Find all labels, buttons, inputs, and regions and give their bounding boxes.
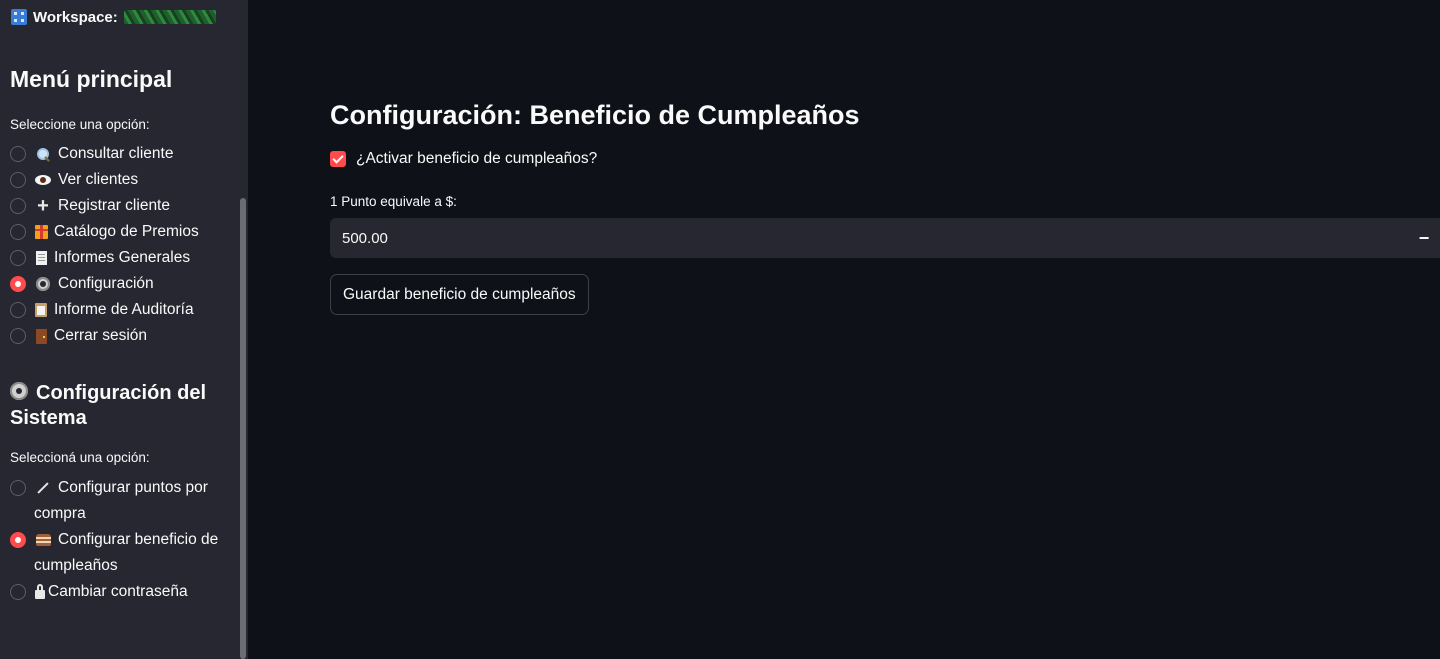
config-item-label: Configurar puntos por compra bbox=[34, 479, 208, 522]
lock-icon bbox=[35, 584, 45, 599]
system-config-title: Configuración del Sistema bbox=[10, 382, 206, 429]
sidebar: Workspace: Menú principal Seleccione una… bbox=[0, 0, 248, 659]
menu-item-label: Configuración bbox=[58, 275, 154, 292]
points-value-input[interactable] bbox=[330, 218, 1408, 258]
radio-button[interactable] bbox=[10, 146, 26, 162]
wand-icon bbox=[37, 482, 49, 494]
cake-icon bbox=[35, 534, 51, 546]
checkbox-label: ¿Activar beneficio de cumpleaños? bbox=[356, 150, 598, 167]
menu-item-consultar-cliente[interactable]: Consultar cliente bbox=[10, 141, 173, 167]
radio-button-selected[interactable] bbox=[10, 532, 26, 548]
config-item-puntos-compra[interactable]: Configurar puntos por compra bbox=[10, 475, 225, 527]
menu-item-label: Consultar cliente bbox=[58, 145, 174, 162]
radio-button[interactable] bbox=[10, 480, 26, 496]
radio-button[interactable] bbox=[10, 250, 26, 266]
menu-item-label: Ver clientes bbox=[58, 171, 139, 188]
menu-item-informes-generales[interactable]: Informes Generales bbox=[10, 245, 190, 271]
gear-icon bbox=[10, 382, 28, 400]
magnifier-icon bbox=[36, 147, 50, 161]
clipboard-icon bbox=[35, 303, 47, 317]
main-menu-title: Menú principal bbox=[10, 66, 173, 92]
eye-icon bbox=[35, 175, 51, 185]
activate-birthday-checkbox-row[interactable]: ¿Activar beneficio de cumpleaños? bbox=[330, 150, 597, 168]
menu-item-label: Registrar cliente bbox=[58, 197, 170, 214]
menu-item-configuracion[interactable]: Configuración bbox=[10, 271, 154, 297]
config-item-label: Configurar beneficio de cumpleaños bbox=[34, 531, 219, 574]
radio-button-selected[interactable] bbox=[10, 276, 26, 292]
config-item-cambiar-contrasena[interactable]: Cambiar contraseña bbox=[10, 579, 188, 605]
workspace-name-redacted bbox=[123, 10, 216, 24]
app-root: Workspace: Menú principal Seleccione una… bbox=[0, 0, 1440, 659]
menu-item-catalogo-premios[interactable]: Catálogo de Premios bbox=[10, 219, 199, 245]
plus-icon: + bbox=[37, 195, 49, 217]
menu-item-informe-auditoria[interactable]: Informe de Auditoría bbox=[10, 297, 194, 323]
radio-button[interactable] bbox=[10, 302, 26, 318]
door-icon bbox=[35, 328, 47, 344]
workspace-label: Workspace: bbox=[33, 8, 118, 26]
menu-item-registrar-cliente[interactable]: + Registrar cliente bbox=[10, 193, 170, 219]
gift-icon bbox=[34, 225, 48, 239]
save-birthday-benefit-button[interactable]: Guardar beneficio de cumpleaños bbox=[330, 274, 589, 315]
menu-item-cerrar-sesion[interactable]: Cerrar sesión bbox=[10, 323, 147, 349]
points-value-label: 1 Punto equivale a $: bbox=[330, 194, 457, 209]
menu-item-label: Informes Generales bbox=[54, 249, 191, 266]
radio-button[interactable] bbox=[10, 224, 26, 240]
radio-button[interactable] bbox=[10, 328, 26, 344]
gear-icon bbox=[36, 277, 50, 291]
sidebar-scrollbar-thumb[interactable] bbox=[240, 198, 246, 659]
radio-button[interactable] bbox=[10, 198, 26, 214]
menu-item-ver-clientes[interactable]: Ver clientes bbox=[10, 167, 138, 193]
main-menu-caption: Seleccione una opción: bbox=[10, 117, 150, 132]
points-value-number-input: − bbox=[330, 218, 1440, 258]
activate-birthday-checkbox[interactable] bbox=[330, 151, 346, 167]
menu-item-label: Catálogo de Premios bbox=[54, 223, 199, 240]
config-item-label: Cambiar contraseña bbox=[48, 583, 188, 600]
radio-button[interactable] bbox=[10, 584, 26, 600]
menu-item-label: Informe de Auditoría bbox=[54, 301, 194, 318]
building-icon bbox=[11, 9, 27, 25]
document-icon bbox=[35, 251, 47, 265]
page-title: Configuración: Beneficio de Cumpleaños bbox=[330, 100, 860, 130]
radio-button[interactable] bbox=[10, 172, 26, 188]
menu-item-label: Cerrar sesión bbox=[54, 327, 148, 344]
decrement-button[interactable]: − bbox=[1408, 218, 1440, 258]
system-config-caption: Seleccioná una opción: bbox=[10, 450, 150, 465]
workspace-header: Workspace: bbox=[11, 7, 216, 27]
config-item-beneficio-cumpleanos[interactable]: Configurar beneficio de cumpleaños bbox=[10, 527, 225, 579]
